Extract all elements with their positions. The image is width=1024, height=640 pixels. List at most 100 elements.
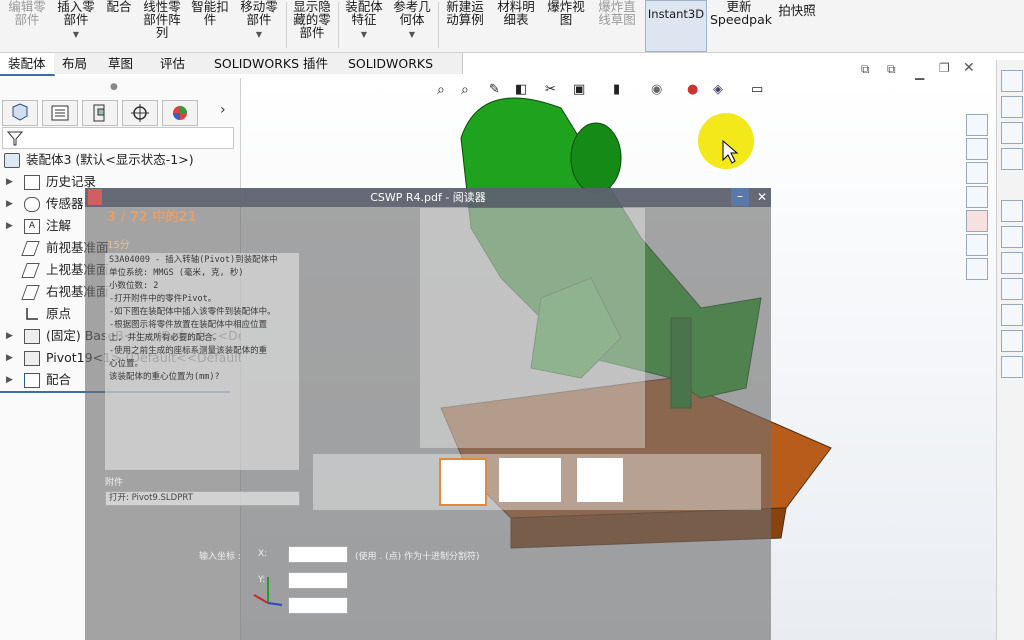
folder-icon[interactable]: [966, 162, 988, 184]
forum-icon[interactable]: [966, 258, 988, 280]
mate-button[interactable]: 配合: [102, 0, 136, 52]
expand-arrow-icon[interactable]: ▶: [6, 194, 13, 214]
scene-icon[interactable]: ◈: [713, 82, 723, 97]
scene-icon[interactable]: [1001, 278, 1023, 300]
view-orientation-icon[interactable]: ✂: [545, 82, 556, 97]
x-coordinate-input[interactable]: [288, 546, 348, 563]
attachment-heading: 附件: [105, 478, 124, 488]
tab-evaluate[interactable]: 评估: [152, 53, 207, 74]
close-icon[interactable]: ✕: [963, 60, 975, 76]
tab-feature-manager[interactable]: [2, 100, 38, 126]
ref-geometry-button[interactable]: 参考几 何体 ▼: [390, 0, 434, 52]
question-line: -打开附件中的零件Pivot。: [109, 294, 217, 304]
display-settings-icon[interactable]: ▭: [751, 82, 763, 97]
coord-label: 输入坐标 :: [199, 552, 241, 562]
tree-filter[interactable]: [2, 127, 234, 149]
custom-properties-icon[interactable]: [966, 234, 988, 256]
previous-view-icon[interactable]: ✎: [489, 82, 500, 97]
section-view-icon[interactable]: ◧: [515, 82, 527, 97]
snapshot-button[interactable]: 拍快照: [774, 0, 820, 52]
question-line: -如下图在装配体中插入该零件到装配体中。: [109, 307, 276, 317]
explode-line-button[interactable]: 爆炸直 线草图: [594, 0, 640, 52]
hide-show-icon[interactable]: ▮: [613, 82, 620, 97]
appearance-icon[interactable]: ●: [687, 82, 698, 97]
question-line: -使用之前生成的座标系测量该装配体的重: [109, 346, 268, 356]
tab-layout[interactable]: 布局: [54, 53, 101, 74]
thumbnail-strip: [313, 454, 761, 510]
close-icon[interactable]: ✕: [753, 188, 771, 206]
minimize-icon[interactable]: –: [731, 188, 749, 206]
camera-icon[interactable]: [1001, 226, 1023, 248]
edit-icon[interactable]: [1001, 148, 1023, 170]
question-line: 小数位数: 2: [109, 281, 159, 291]
light-icon[interactable]: [1001, 252, 1023, 274]
minimize-icon[interactable]: ▁: [915, 66, 924, 80]
pdf-reader-titlebar[interactable]: CSWP R4.pdf - 阅读器: [85, 188, 771, 207]
view-palette-icon[interactable]: [966, 186, 988, 208]
origin-icon: [26, 308, 38, 320]
home-icon[interactable]: [966, 114, 988, 136]
3d-content-icon[interactable]: [966, 138, 988, 160]
chevron-down-icon[interactable]: ▼: [342, 28, 386, 41]
appearance-scenes-icon[interactable]: [966, 210, 988, 232]
y-coordinate-input[interactable]: [288, 572, 348, 589]
thumbnail-2[interactable]: [499, 458, 561, 502]
z-coordinate-input[interactable]: [288, 597, 348, 614]
appearance-icon[interactable]: [1001, 70, 1023, 92]
render-icon[interactable]: [1001, 200, 1023, 222]
decal-icon[interactable]: [1001, 122, 1023, 144]
decimal-hint: (使用 . (点) 作为十进制分割符): [355, 552, 480, 562]
tab-dimxpert[interactable]: [122, 100, 158, 126]
expand-arrow-icon[interactable]: ▶: [6, 370, 13, 390]
maximize-icon[interactable]: ❐: [939, 61, 950, 75]
chevron-right-icon[interactable]: ›: [220, 102, 226, 118]
new-motion-study-button[interactable]: 新建运 动算例: [442, 0, 488, 52]
insert-parts-button[interactable]: 插入零 部件 ▼: [54, 0, 98, 52]
pdf-reader-window: CSWP R4.pdf - 阅读器 – ✕ 3 / 72 中的21 15分 S3…: [85, 188, 771, 640]
chevron-down-icon[interactable]: ▼: [390, 28, 434, 41]
panel-grip-icon[interactable]: ●: [110, 82, 118, 92]
instant3d-button[interactable]: Instant3D: [645, 0, 707, 52]
zoom-area-icon[interactable]: ⌕: [461, 82, 469, 98]
thumbnail-3[interactable]: [577, 458, 623, 502]
show-hidden-button[interactable]: 显示隐 藏的零 部件: [290, 0, 334, 52]
chevron-down-icon[interactable]: ▼: [236, 28, 282, 41]
tab-solidworks-mbd[interactable]: SOLIDWORKS MBD: [340, 53, 463, 92]
filter-icon: [6, 131, 24, 146]
attachment-link[interactable]: 打开: Pivot9.SLDPRT: [105, 491, 300, 506]
tab-configuration-manager[interactable]: [82, 100, 118, 126]
zoom-fit-icon[interactable]: ⌕: [437, 82, 445, 98]
mate-label: 配合: [106, 0, 132, 14]
smart-fastener-button[interactable]: 智能扣 件: [188, 0, 232, 52]
chevron-down-icon[interactable]: ▼: [54, 28, 98, 41]
pane-icon[interactable]: ⧉: [887, 62, 896, 77]
speedpak-button[interactable]: 更新 Speedpak: [710, 0, 772, 52]
tree-root-label: 装配体3 (默认<显示状态-1>): [26, 152, 194, 167]
tab-display-manager[interactable]: [162, 100, 198, 126]
thumbnail-1[interactable]: [439, 458, 487, 506]
assembly-feature-button[interactable]: 装配体 特征 ▼: [342, 0, 386, 52]
expand-arrow-icon[interactable]: ▶: [6, 216, 13, 236]
tab-assembly[interactable]: 装配体: [0, 53, 55, 76]
tab-solidworks-addins[interactable]: SOLIDWORKS 插件: [206, 53, 341, 74]
linear-pattern-button[interactable]: 线性零 部件阵 列: [140, 0, 184, 52]
show-hidden-label: 显示隐 藏的零 部件: [293, 0, 331, 40]
expand-arrow-icon[interactable]: ▶: [6, 326, 13, 346]
output-icon[interactable]: [1001, 356, 1023, 378]
tab-property-manager[interactable]: [42, 100, 78, 126]
display-style-icon[interactable]: ▣: [573, 82, 585, 97]
paint-icon[interactable]: [1001, 96, 1023, 118]
edit-part-button[interactable]: 编辑零 部件: [6, 0, 48, 52]
eye-icon[interactable]: ◉: [651, 82, 662, 97]
tab-sketch[interactable]: 草图: [100, 53, 153, 74]
clock-icon[interactable]: [1001, 330, 1023, 352]
expand-arrow-icon[interactable]: ▶: [6, 348, 13, 368]
material-icon[interactable]: [1001, 304, 1023, 326]
move-component-button[interactable]: 移动零 部件 ▼: [236, 0, 282, 52]
bom-button[interactable]: 材料明 细表: [494, 0, 538, 52]
expand-arrow-icon[interactable]: ▶: [6, 172, 13, 192]
annotation-icon: A: [24, 219, 40, 234]
restore-icon[interactable]: ⧉: [861, 62, 870, 77]
question-text-box[interactable]: S3A04009 - 插入转轴(Pivot)到装配体中 单位系统: MMGS (…: [105, 253, 299, 470]
exploded-view-button[interactable]: 爆炸视 图: [544, 0, 588, 52]
